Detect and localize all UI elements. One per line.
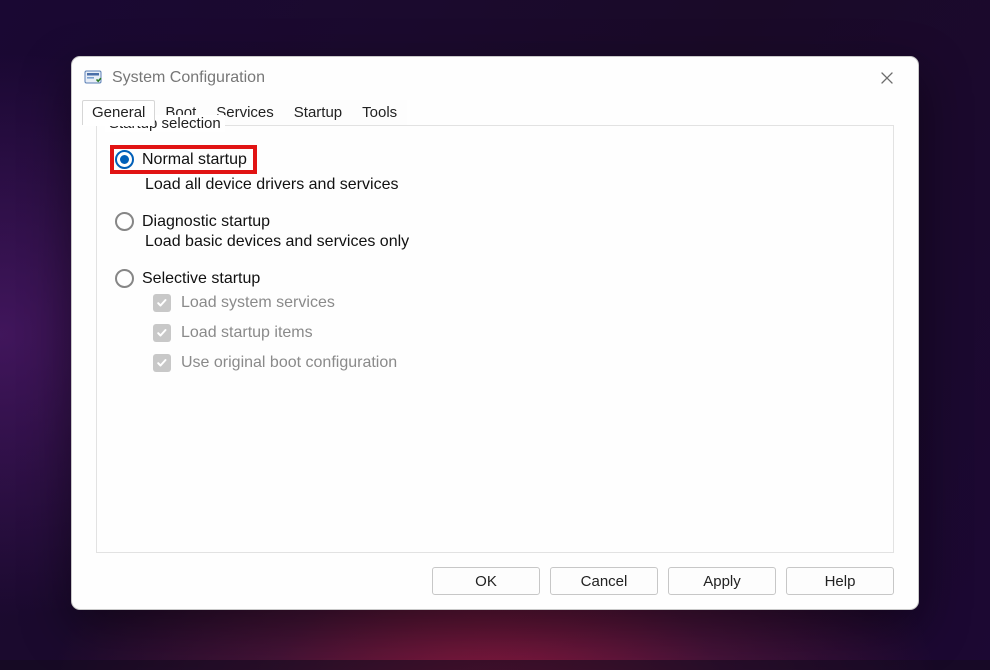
check-icon — [156, 327, 168, 339]
close-button[interactable] — [866, 63, 908, 93]
checkbox-load-startup-items — [153, 324, 171, 342]
diagnostic-startup-desc: Load basic devices and services only — [145, 233, 875, 251]
radio-selective-startup-label: Selective startup — [142, 270, 260, 288]
close-icon — [880, 71, 894, 85]
tab-tools[interactable]: Tools — [352, 100, 407, 125]
radio-normal-startup-highlight: Normal startup — [110, 145, 257, 174]
normal-startup-desc: Load all device drivers and services — [145, 176, 875, 194]
help-button[interactable]: Help — [786, 567, 894, 595]
check-icon — [156, 297, 168, 309]
option-normal-startup: Normal startup Load all device drivers a… — [115, 148, 875, 194]
cancel-button[interactable]: Cancel — [550, 567, 658, 595]
radio-normal-startup[interactable] — [115, 150, 134, 169]
tab-content: Startup selection Normal startup Load al… — [72, 125, 918, 609]
checkbox-original-boot-config — [153, 354, 171, 372]
checkbox-load-system-services-label: Load system services — [181, 294, 335, 312]
taskbar — [0, 660, 990, 670]
checkbox-load-system-services — [153, 294, 171, 312]
selective-checklist: Load system services Load startup items … — [153, 294, 875, 372]
radio-normal-startup-label: Normal startup — [142, 151, 247, 169]
tab-general[interactable]: General — [82, 100, 155, 125]
titlebar: System Configuration — [72, 57, 918, 99]
radio-diagnostic-startup-label: Diagnostic startup — [142, 213, 270, 231]
radio-diagnostic-startup[interactable] — [115, 212, 134, 231]
dialog-buttons: OK Cancel Apply Help — [82, 553, 908, 599]
msconfig-icon — [84, 69, 102, 87]
window-title: System Configuration — [112, 69, 866, 87]
apply-button[interactable]: Apply — [668, 567, 776, 595]
option-selective-startup: Selective startup Load system services L… — [115, 269, 875, 372]
option-diagnostic-startup: Diagnostic startup Load basic devices an… — [115, 212, 875, 251]
radio-selective-startup[interactable] — [115, 269, 134, 288]
startup-selection-group: Startup selection Normal startup Load al… — [96, 125, 894, 553]
check-icon — [156, 357, 168, 369]
tab-startup[interactable]: Startup — [284, 100, 352, 125]
checkbox-original-boot-config-label: Use original boot configuration — [181, 354, 397, 372]
system-configuration-window: System Configuration General Boot Servic… — [71, 56, 919, 610]
checkbox-load-startup-items-label: Load startup items — [181, 324, 313, 342]
ok-button[interactable]: OK — [432, 567, 540, 595]
